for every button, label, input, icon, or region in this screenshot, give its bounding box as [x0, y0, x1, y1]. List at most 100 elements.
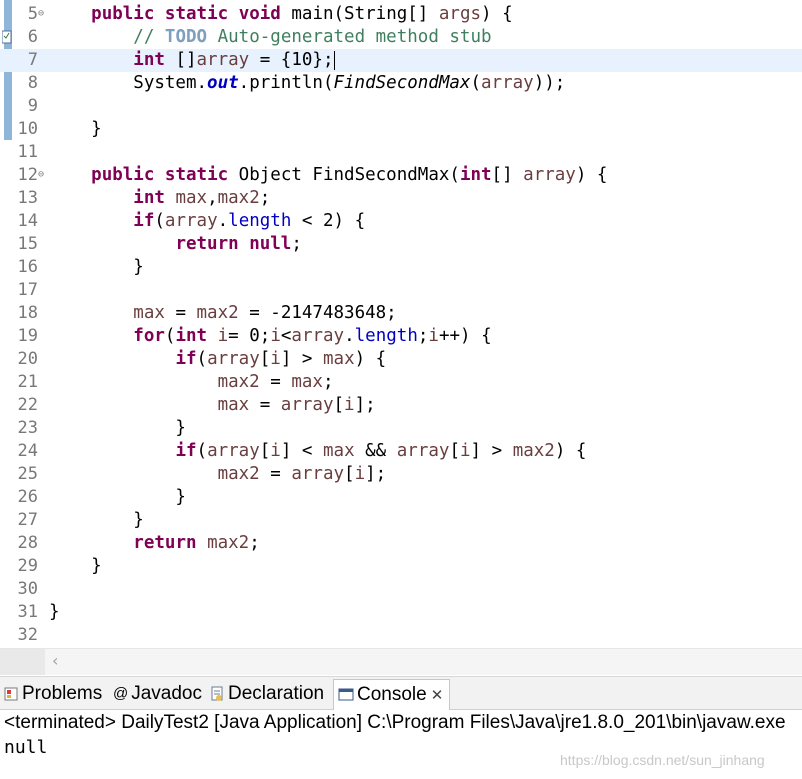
code-line[interactable]: 6 // TODO Auto-generated method stub	[0, 26, 802, 49]
code-line[interactable]: 14 if(array.length < 2) {	[0, 210, 802, 233]
code-text[interactable]: }	[49, 486, 186, 509]
watermark-text: https://blog.csdn.net/sun_jinhang	[560, 752, 765, 768]
fold-toggle-icon[interactable]: ⊖	[38, 8, 48, 20]
code-text[interactable]: max2 = max;	[49, 371, 334, 394]
line-number: 19	[17, 326, 38, 346]
code-text[interactable]: max = max2 = -2147483648;	[49, 302, 396, 325]
tab-problems[interactable]: Problems	[3, 681, 102, 707]
line-number: 17	[17, 280, 38, 300]
tab-declaration[interactable]: Declaration	[209, 681, 324, 707]
line-number: 32	[17, 625, 38, 645]
code-text[interactable]: // TODO Auto-generated method stub	[49, 26, 491, 49]
line-number: 22	[17, 395, 38, 415]
code-editor[interactable]: 5 ⊖ public static void main(String[] args…	[0, 0, 802, 648]
line-number: 10	[17, 119, 38, 139]
line-number: 11	[17, 142, 38, 162]
code-text[interactable]: }	[49, 509, 144, 532]
line-number: 12	[17, 165, 38, 185]
line-number: 8	[27, 73, 38, 93]
code-text[interactable]: }	[49, 417, 186, 440]
code-text[interactable]: int max,max2;	[49, 187, 270, 210]
code-line[interactable]: 5 ⊖ public static void main(String[] args…	[0, 3, 802, 26]
code-line[interactable]: 11	[0, 141, 802, 164]
code-text[interactable]: if(array[i] > max) {	[49, 348, 386, 371]
code-line[interactable]: 32	[0, 624, 802, 647]
code-text[interactable]: int []array = {10};	[49, 49, 335, 72]
code-text[interactable]: public static Object FindSecondMax(int[]…	[49, 164, 607, 187]
code-line[interactable]: 12 ⊖ public static Object FindSecondMax(i…	[0, 164, 802, 187]
code-text[interactable]: public static void main(String[] args) {	[49, 3, 513, 26]
code-line[interactable]: 10 }	[0, 118, 802, 141]
scroll-left-arrow-icon[interactable]: ‹	[52, 651, 58, 670]
code-text[interactable]: max = array[i];	[49, 394, 376, 417]
code-line[interactable]: 16 }	[0, 256, 802, 279]
line-number: 31	[17, 602, 38, 622]
line-number: 21	[17, 372, 38, 392]
code-line[interactable]: 20 if(array[i] > max) {	[0, 348, 802, 371]
line-number: 14	[17, 211, 38, 231]
code-line[interactable]: 31}	[0, 601, 802, 624]
code-text[interactable]: if(array[i] < max && array[i] > max2) {	[49, 440, 586, 463]
close-icon[interactable]: ✕	[431, 687, 444, 704]
code-text[interactable]: return null;	[49, 233, 301, 256]
code-text[interactable]: max2 = array[i];	[49, 463, 387, 486]
horizontal-scrollbar[interactable]: ‹	[0, 648, 802, 675]
tab-console[interactable]: Console ✕	[333, 679, 451, 710]
line-number: 7	[27, 50, 38, 70]
code-line[interactable]: 15 return null;	[0, 233, 802, 256]
code-line[interactable]: 24 if(array[i] < max && array[i] > max2)…	[0, 440, 802, 463]
problems-icon	[4, 687, 18, 701]
line-number: 16	[17, 257, 38, 277]
code-text[interactable]: System.out.println(FindSecondMax(array))…	[49, 72, 565, 95]
line-number: 25	[17, 464, 38, 484]
declaration-icon	[211, 686, 223, 701]
code-line[interactable]: 19 for(int i= 0;i<array.length;i++) {	[0, 325, 802, 348]
code-line[interactable]: 22 max = array[i];	[0, 394, 802, 417]
line-number: 13	[17, 188, 38, 208]
code-line[interactable]: 9	[0, 95, 802, 118]
code-line[interactable]: 29 }	[0, 555, 802, 578]
code-line[interactable]: 23 }	[0, 417, 802, 440]
code-line[interactable]: 27 }	[0, 509, 802, 532]
tab-declaration-label: Declaration	[228, 683, 325, 704]
scrollbar-rail	[0, 649, 45, 675]
line-number: 9	[27, 96, 38, 116]
code-text[interactable]: if(array.length < 2) {	[49, 210, 365, 233]
code-text[interactable]: }	[49, 601, 60, 624]
code-line[interactable]: 21 max2 = max;	[0, 371, 802, 394]
console-output[interactable]: null	[4, 737, 47, 758]
code-line[interactable]: 8 System.out.println(FindSecondMax(array…	[0, 72, 802, 95]
view-tab-bar: Problems @ Javadoc Declaration Console ✕	[0, 676, 802, 710]
line-number: 15	[17, 234, 38, 254]
code-line[interactable]: 25 max2 = array[i];	[0, 463, 802, 486]
code-line[interactable]: 7 int []array = {10};	[0, 49, 802, 72]
tab-console-label: Console	[357, 684, 427, 705]
line-number: 29	[17, 556, 38, 576]
line-number: 30	[17, 579, 38, 599]
code-line[interactable]: 13 int max,max2;	[0, 187, 802, 210]
javadoc-icon: @	[113, 685, 129, 702]
tab-problems-label: Problems	[22, 683, 103, 704]
code-line[interactable]: 17	[0, 279, 802, 302]
line-number: 23	[17, 418, 38, 438]
line-number: 24	[17, 441, 38, 461]
code-line[interactable]: 26 }	[0, 486, 802, 509]
code-text[interactable]: for(int i= 0;i<array.length;i++) {	[49, 325, 491, 348]
code-text[interactable]: }	[49, 256, 144, 279]
fold-toggle-icon[interactable]: ⊖	[38, 169, 48, 181]
code-text[interactable]: }	[49, 118, 102, 141]
code-line[interactable]: 30	[0, 578, 802, 601]
console-icon	[338, 688, 354, 701]
code-text[interactable]: }	[49, 555, 102, 578]
line-number: 27	[17, 510, 38, 530]
line-number: 5	[27, 4, 38, 24]
code-line[interactable]: 28 return max2;	[0, 532, 802, 555]
console-status-line: <terminated> DailyTest2 [Java Applicatio…	[4, 712, 786, 733]
tab-javadoc[interactable]: @ Javadoc	[113, 681, 202, 707]
line-number: 28	[17, 533, 38, 553]
code-line[interactable]: 18 max = max2 = -2147483648;	[0, 302, 802, 325]
line-number: 20	[17, 349, 38, 369]
task-marker-icon[interactable]	[2, 30, 12, 44]
code-text[interactable]: return max2;	[49, 532, 259, 555]
line-number: 6	[27, 27, 38, 47]
